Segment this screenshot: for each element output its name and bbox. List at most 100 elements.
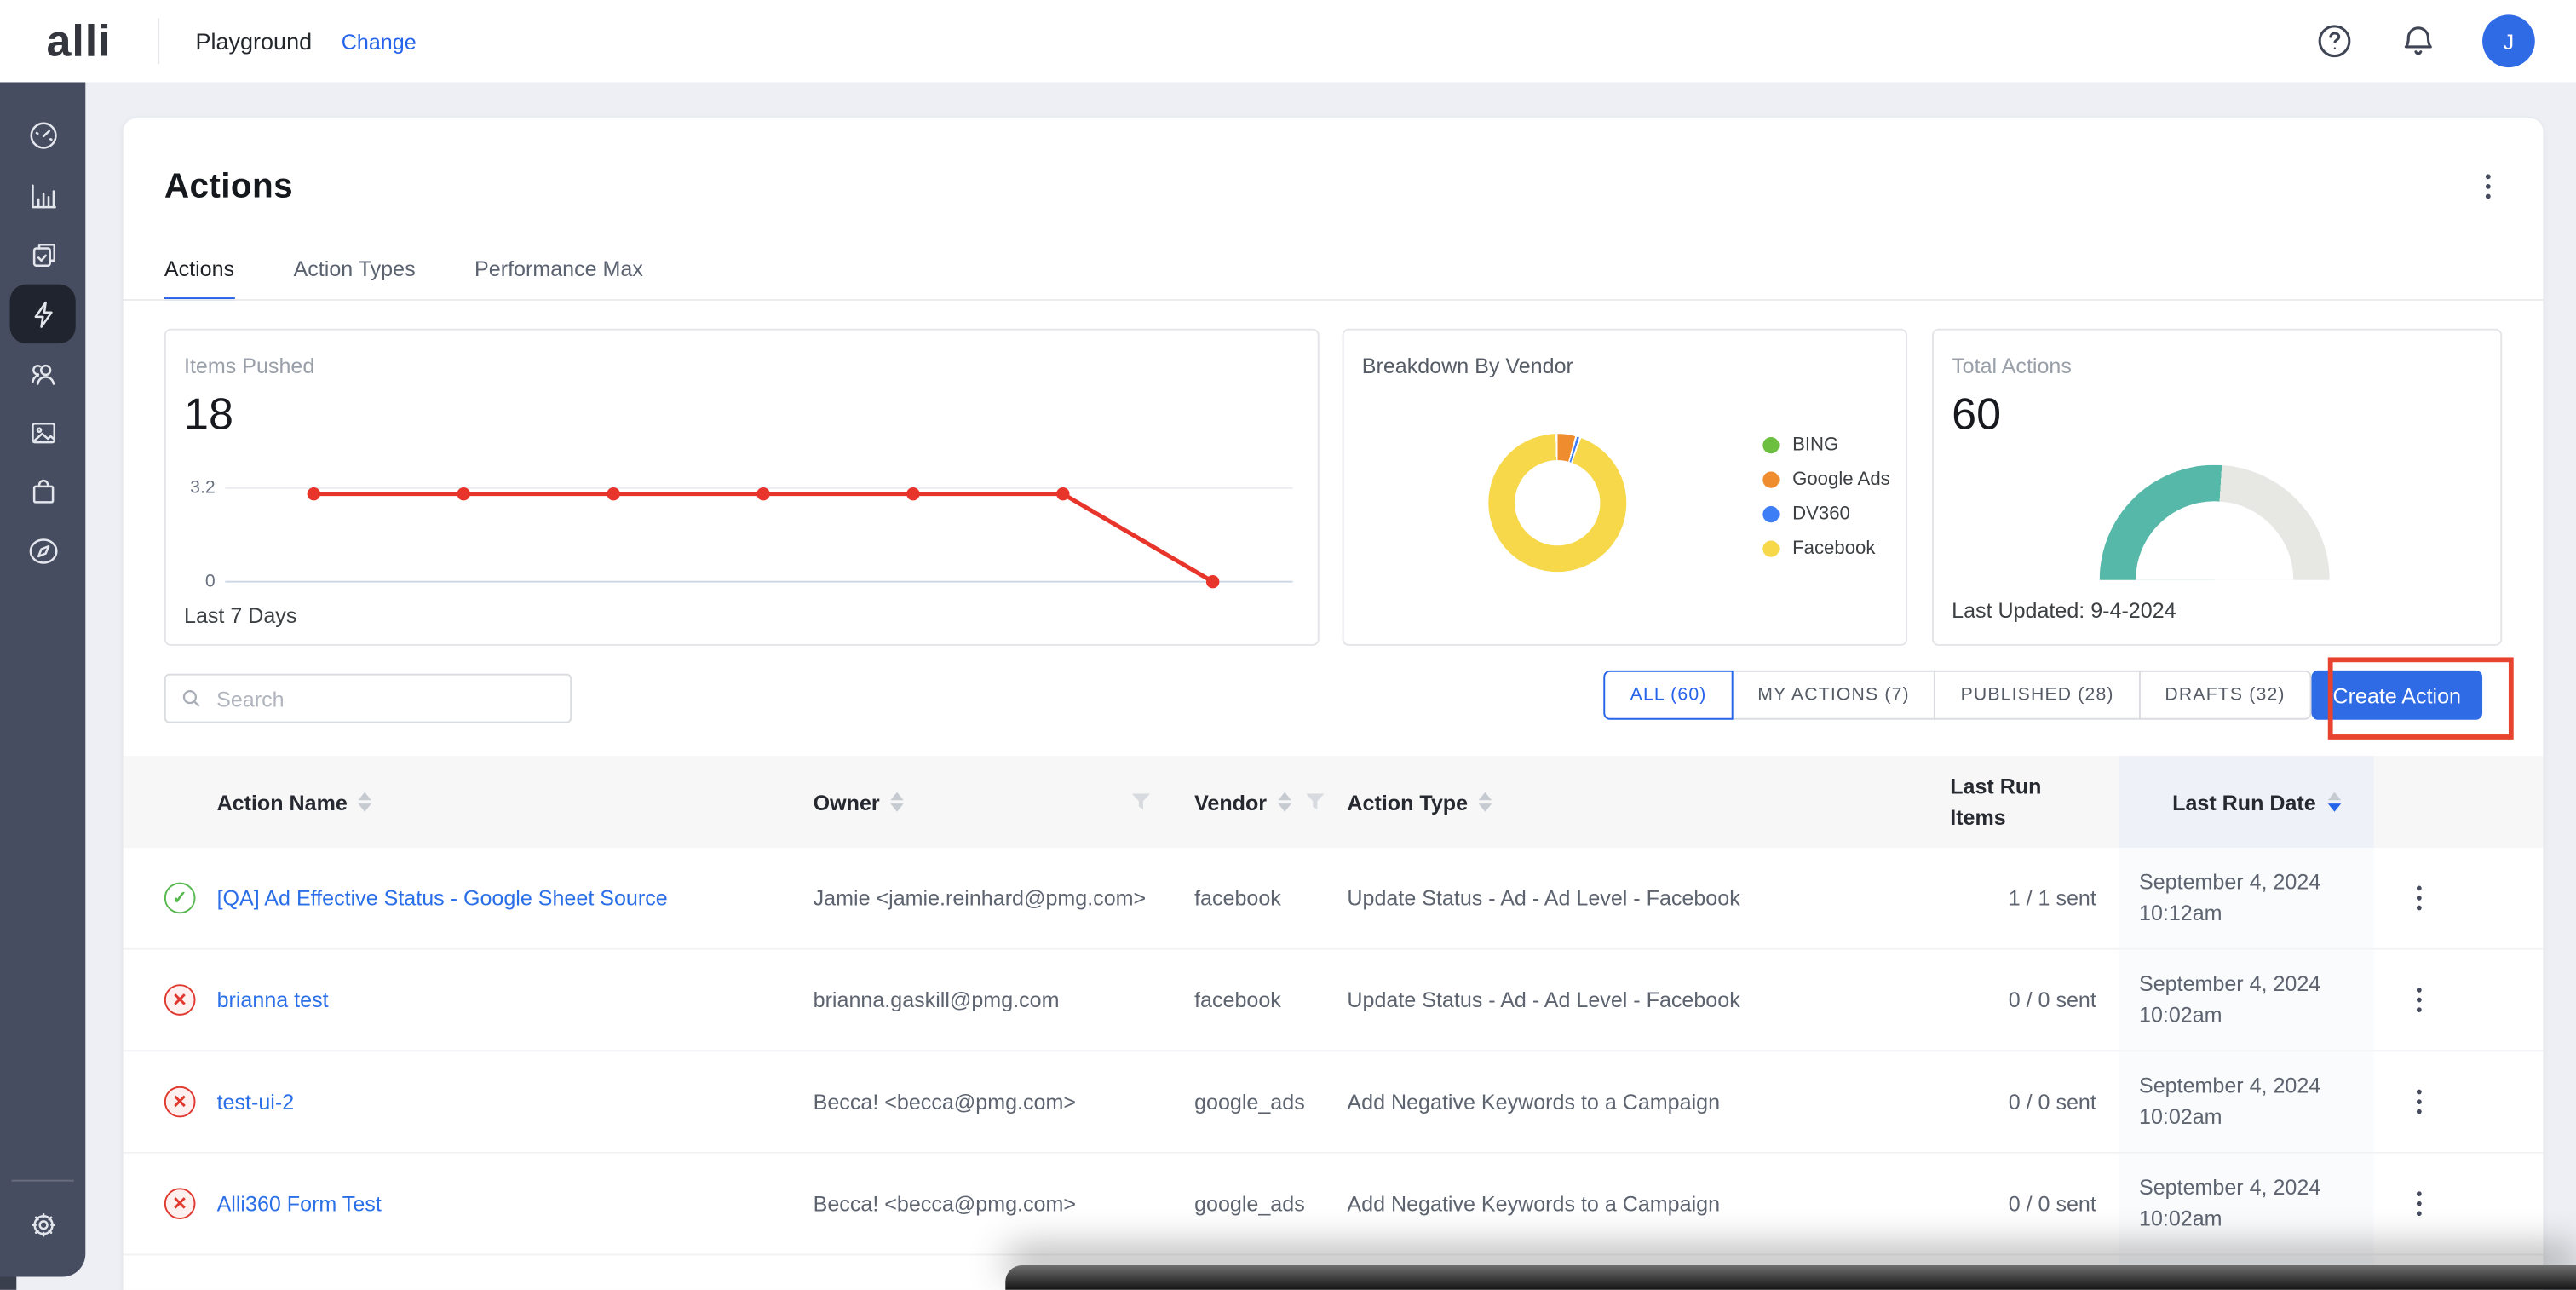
column-header-last-run-date[interactable]: Last Run Date: [2119, 756, 2374, 848]
filter-drafts[interactable]: DRAFTS (32): [2139, 671, 2312, 720]
action-name-link[interactable]: brianna test: [217, 988, 329, 1012]
actions-panel: Actions Actions Action Types Performance…: [124, 118, 2544, 1290]
row-actions-cell: [2374, 1090, 2464, 1114]
page-title: Actions: [164, 168, 293, 207]
panel-menu-kebab-icon[interactable]: [2486, 174, 2491, 199]
status-cell: ✕: [124, 1086, 214, 1118]
items-pushed-footer: Last 7 Days: [184, 603, 296, 628]
filter-all[interactable]: ALL (60): [1604, 671, 1734, 720]
action-name-link[interactable]: Alli360 Form Test: [217, 1191, 382, 1216]
total-actions-value: 60: [1952, 389, 2001, 441]
items-pushed-card: Items Pushed 18 3.2 0 Last 7 Days: [164, 329, 1320, 646]
legend-item-facebook: Facebook: [1762, 539, 1889, 559]
sidebar-item-actions[interactable]: [10, 285, 76, 343]
last-updated-text: Last Updated: 9-4-2024: [1952, 598, 2176, 623]
sidebar-item-shopping[interactable]: [10, 462, 76, 521]
background-window-edge: [1005, 1265, 2576, 1290]
sidebar-item-media[interactable]: [10, 402, 76, 461]
vendor-breakdown-title: Breakdown By Vendor: [1362, 354, 1573, 378]
row-menu-kebab-icon[interactable]: [2417, 1090, 2422, 1114]
gear-icon: [26, 1207, 60, 1242]
y-tick-top: 3.2: [172, 478, 215, 498]
row-menu-kebab-icon[interactable]: [2417, 885, 2422, 910]
status-error-icon: ✕: [164, 984, 196, 1016]
sidebar-divider: [11, 1180, 73, 1182]
filter-my-actions[interactable]: MY ACTIONS (7): [1731, 671, 1935, 720]
last-run-items-cell: 1 / 1 sent: [1946, 885, 2119, 910]
sort-icon[interactable]: [891, 792, 904, 812]
sidebar-item-explore[interactable]: [10, 521, 76, 579]
sidebar-item-dashboard[interactable]: [10, 105, 76, 164]
items-pushed-line-chart: [225, 471, 1293, 596]
search-icon: [181, 687, 202, 710]
lightning-bolt-icon: [26, 297, 60, 331]
y-tick-zero: 0: [172, 572, 215, 591]
column-header-action-name[interactable]: Action Name: [214, 790, 814, 815]
action-name-link[interactable]: test-ui-2: [217, 1090, 295, 1114]
last-run-date-cell: September 4, 202410:02am: [2119, 950, 2374, 1051]
sidebar-item-audience[interactable]: [10, 343, 76, 402]
legend-dot-bing: [1762, 437, 1779, 453]
help-icon[interactable]: [2314, 21, 2354, 60]
legend-dot-facebook: [1762, 540, 1779, 556]
column-header-action-type[interactable]: Action Type: [1347, 790, 1946, 815]
table-header-row: Action Name Owner Vendor Action Type: [124, 756, 2544, 848]
action-name-cell: [QA] Ad Effective Status - Google Sheet …: [214, 885, 814, 910]
sidebar-item-reports[interactable]: [10, 166, 76, 225]
table-body: ✓ [QA] Ad Effective Status - Google Sheet…: [124, 848, 2544, 1290]
tab-actions[interactable]: Actions: [164, 256, 234, 301]
action-type-cell: Add Negative Keywords to a Campaign: [1347, 1191, 1946, 1216]
sort-icon-active[interactable]: [2327, 792, 2340, 812]
filter-funnel-icon[interactable]: [1304, 792, 1325, 812]
sidebar-item-settings[interactable]: [10, 1195, 76, 1253]
last-run-date-cell: September 4, 202410:12am: [2119, 848, 2374, 948]
search-input[interactable]: [213, 684, 555, 712]
action-name-link[interactable]: [QA] Ad Effective Status - Google Sheet …: [217, 885, 668, 910]
last-run-items-cell: 0 / 0 sent: [1946, 1191, 2119, 1216]
column-header-owner[interactable]: Owner: [814, 790, 1175, 815]
search-box: [164, 674, 572, 723]
tab-action-types[interactable]: Action Types: [294, 256, 416, 301]
avatar[interactable]: J: [2482, 14, 2535, 67]
compass-icon: [26, 533, 60, 567]
filter-funnel-icon[interactable]: [1130, 792, 1152, 812]
last-run-items-cell: 0 / 0 sent: [1946, 988, 2119, 1012]
legend-item-google-ads: Google Ads: [1762, 470, 1889, 490]
speedometer-icon: [26, 118, 60, 152]
vendor-legend: BING Google Ads DV360 Facebook: [1762, 435, 1889, 559]
app-window: alli Playground Change J: [0, 0, 2576, 1290]
row-actions-cell: [2374, 988, 2464, 1012]
total-actions-label: Total Actions: [1952, 354, 2072, 378]
users-icon: [26, 356, 60, 390]
tab-performance-max[interactable]: Performance Max: [474, 256, 643, 301]
change-workspace-link[interactable]: Change: [342, 29, 417, 54]
row-actions-cell: [2374, 1191, 2464, 1216]
create-action-button[interactable]: Create Action: [2311, 671, 2482, 720]
sort-icon[interactable]: [1480, 792, 1492, 812]
bell-icon[interactable]: [2399, 21, 2438, 60]
row-menu-kebab-icon[interactable]: [2417, 988, 2422, 1012]
column-header-vendor[interactable]: Vendor: [1175, 790, 1347, 815]
action-type-cell: Add Negative Keywords to a Campaign: [1347, 1090, 1946, 1114]
row-menu-kebab-icon[interactable]: [2417, 1191, 2422, 1216]
items-pushed-label: Items Pushed: [184, 354, 314, 378]
filter-published[interactable]: PUBLISHED (28): [1935, 671, 2141, 720]
sort-icon[interactable]: [359, 792, 371, 812]
status-success-icon: ✓: [164, 883, 196, 914]
sidebar: [0, 82, 85, 1276]
shopping-bag-icon: [26, 474, 60, 508]
owner-cell: Becca! <becca@pmg.com>: [814, 1191, 1175, 1216]
sort-icon[interactable]: [1279, 792, 1291, 812]
vendor-cell: google_ads: [1175, 1090, 1347, 1114]
last-run-date-cell: September 4, 202410:02am: [2119, 1154, 2374, 1254]
status-error-icon: ✕: [164, 1188, 196, 1219]
status-cell: ✕: [124, 1188, 214, 1219]
owner-cell: Jamie <jamie.reinhard@pmg.com>: [814, 885, 1175, 910]
table-row: ✕ Alli360 Form Test Becca! <becca@pmg.com>…: [124, 1154, 2544, 1256]
legend-item-dv360: DV360: [1762, 504, 1889, 524]
sidebar-item-tasks[interactable]: [10, 225, 76, 284]
last-run-items-cell: 0 / 0 sent: [1946, 1090, 2119, 1114]
status-error-icon: ✕: [164, 1086, 196, 1118]
table-row: ✕ test-ui-2 Becca! <becca@pmg.com>google_a…: [124, 1051, 2544, 1154]
owner-cell: Becca! <becca@pmg.com>: [814, 1090, 1175, 1114]
